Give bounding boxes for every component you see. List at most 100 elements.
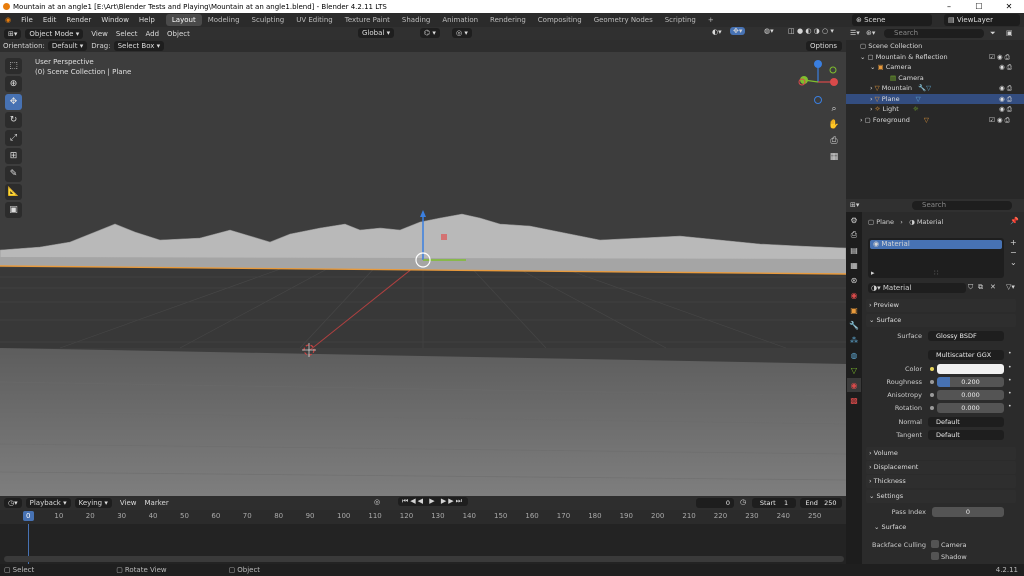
particles-tab-icon[interactable]: ⁂ xyxy=(847,333,861,347)
slot-menu-icon[interactable]: ⌄ xyxy=(1010,258,1017,267)
physics-tab-icon[interactable]: ◍ xyxy=(847,348,861,362)
checkbox-icon[interactable]: ☑ ◉ ⎙ xyxy=(989,115,1010,125)
duplicate-material-icon[interactable]: ⧉ xyxy=(978,283,983,292)
tab-layout[interactable]: Layout xyxy=(165,14,202,26)
options-dropdown[interactable]: Options ▾ xyxy=(806,41,842,60)
outliner-display-mode-icon[interactable]: ⊛▾ xyxy=(866,29,875,37)
volume-panel-header[interactable]: › Volume xyxy=(866,447,1016,460)
surface-shader-field[interactable]: Glossy BSDF xyxy=(928,331,1004,341)
timeline-view-menu[interactable]: View xyxy=(116,499,141,507)
tab-modeling[interactable]: Modeling xyxy=(202,14,246,26)
menu-window[interactable]: Window xyxy=(96,16,134,24)
start-frame-field[interactable]: Start 1 xyxy=(752,498,796,508)
world-tab-icon[interactable]: ◉ xyxy=(847,288,861,302)
outliner-row-plane[interactable]: › ▽ Plane ▽ ◉ ⎙ xyxy=(846,93,1024,104)
drag-dropdown[interactable]: Select Box ▾ xyxy=(113,41,165,51)
pin-icon[interactable]: 📌 xyxy=(1010,217,1019,225)
tab-compositing[interactable]: Compositing xyxy=(532,14,588,26)
marker-menu[interactable]: Marker xyxy=(141,499,173,507)
menu-help[interactable]: Help xyxy=(134,16,160,24)
zoom-icon[interactable]: ⌕ xyxy=(827,102,841,116)
outliner-row-scene-collection[interactable]: ▢ Scene Collection xyxy=(846,41,1024,51)
render-tab-icon[interactable]: ⎙ xyxy=(847,228,861,242)
viewport-canvas[interactable] xyxy=(0,52,846,496)
timeline-editor-type-icon[interactable]: ◷▾ xyxy=(4,498,22,508)
end-frame-field[interactable]: End 250 xyxy=(800,498,842,508)
scene-tab-icon[interactable]: ⊛ xyxy=(847,273,861,287)
playback-menu[interactable]: Playback ▾ xyxy=(25,498,71,508)
texture-tab-icon[interactable]: ▩ xyxy=(847,393,861,407)
outliner-row-camera-data[interactable]: ▤ Camera xyxy=(846,73,1024,83)
menu-select[interactable]: Select xyxy=(112,30,142,38)
snap-toggle[interactable]: ⌬ ▾ xyxy=(420,28,440,38)
3d-viewport[interactable]: User Perspective (0) Scene Collection | … xyxy=(0,52,846,496)
outliner-row-mountain[interactable]: › ▽ Mountain 🔧▽ ◉ ⎙ xyxy=(846,83,1024,93)
camera-view-icon[interactable]: ⎙ xyxy=(827,134,841,148)
rotate-tool-icon[interactable]: ↻ xyxy=(5,112,22,128)
settings-surface-subpanel[interactable]: ⌄ Surface xyxy=(874,523,906,531)
visibility-eye-icon[interactable]: ◉ ⎙ xyxy=(999,94,1012,104)
material-slot-row[interactable]: ◉ Material xyxy=(870,240,1002,249)
backface-shadow-checkbox[interactable] xyxy=(931,552,939,560)
surface-panel-header[interactable]: ⌄ Surface xyxy=(866,314,1016,327)
rotation-slider[interactable]: 0.000 xyxy=(937,403,1004,413)
scale-tool-icon[interactable]: ⤢ xyxy=(5,130,22,146)
tab-animation[interactable]: Animation xyxy=(436,14,484,26)
visibility-eye-icon[interactable]: ◉ ⎙ xyxy=(999,104,1012,114)
view-layer-tab-icon[interactable]: ▦ xyxy=(847,258,861,272)
material-browse-icon[interactable]: ◑▾ xyxy=(871,284,883,292)
minimize-button[interactable]: – xyxy=(934,0,964,13)
move-tool-icon[interactable]: ✥ xyxy=(5,94,22,110)
tab-scripting[interactable]: Scripting xyxy=(659,14,702,26)
fake-user-shield-icon[interactable]: ⛉ xyxy=(968,283,973,292)
data-tab-icon[interactable]: ▽ xyxy=(847,363,861,377)
object-tab-icon[interactable]: ▣ xyxy=(847,303,861,317)
tab-geometry-nodes[interactable]: Geometry Nodes xyxy=(588,14,659,26)
visibility-icon[interactable]: ◐▾ xyxy=(708,28,726,36)
menu-edit[interactable]: Edit xyxy=(38,16,62,24)
checkbox-icon[interactable]: ☑ ◉ ⎙ xyxy=(989,52,1010,62)
pan-hand-icon[interactable]: ✋ xyxy=(827,118,841,132)
properties-editor-type-icon[interactable]: ⊞▾ xyxy=(850,201,859,209)
tool-tab-icon[interactable]: ⚙ xyxy=(847,213,861,227)
slot-expand-icon[interactable]: ▸ xyxy=(871,269,875,277)
properties-search-input[interactable]: Search xyxy=(912,201,1012,210)
anisotropy-slider[interactable]: 0.000 xyxy=(937,390,1004,400)
mode-dropdown[interactable]: Object Mode ▾ xyxy=(25,28,84,39)
output-tab-icon[interactable]: ▤ xyxy=(847,243,861,257)
visibility-eye-icon[interactable]: ◉ ⎙ xyxy=(999,62,1012,72)
record-icon[interactable]: ◎ xyxy=(374,498,380,506)
filter-icon[interactable]: ⏷ xyxy=(990,29,996,38)
keying-menu[interactable]: Keying ▾ xyxy=(74,498,112,508)
menu-render[interactable]: Render xyxy=(61,16,96,24)
add-slot-icon[interactable]: + xyxy=(1010,238,1017,247)
pass-index-field[interactable]: 0 xyxy=(932,507,1004,517)
outliner-row-camera[interactable]: ⌄ ▣ Camera ◉ ⎙ xyxy=(846,62,1024,72)
close-button[interactable]: ✕ xyxy=(994,0,1024,13)
annotate-tool-icon[interactable]: ✎ xyxy=(5,166,22,182)
timeline-ruler[interactable]: 0 10 20 30 40 50 60 70 80 90 100 110 120 130 140 150 160… xyxy=(0,510,846,524)
tab-shading[interactable]: Shading xyxy=(396,14,436,26)
proportional-edit-toggle[interactable]: ◎ ▾ xyxy=(452,28,472,38)
preview-panel-header[interactable]: › Preview xyxy=(866,299,1016,312)
maximize-button[interactable]: ☐ xyxy=(964,0,994,13)
material-datablock-field[interactable]: ◑▾ Material xyxy=(868,283,966,293)
menu-add[interactable]: Add xyxy=(141,30,163,38)
roughness-slider[interactable]: 0.200 xyxy=(937,377,1004,387)
xz-plane-handle[interactable] xyxy=(441,234,447,240)
material-slot-list[interactable]: ◉ Material ▸ ∷ xyxy=(868,238,1004,278)
material-tab-icon[interactable]: ◉ xyxy=(847,378,861,392)
menu-view[interactable]: View xyxy=(87,30,112,38)
color-swatch[interactable] xyxy=(937,364,1004,374)
expand-arrow-icon[interactable]: ⌄ xyxy=(860,53,868,61)
distribution-dropdown[interactable]: Multiscatter GGX xyxy=(928,350,1004,360)
material-filter-icon[interactable]: ▽▾ xyxy=(1006,283,1015,291)
blender-menu-icon[interactable]: ◉ xyxy=(0,16,16,24)
outliner-search-input[interactable]: Search xyxy=(884,29,984,38)
timeline-scrollbar[interactable] xyxy=(4,556,844,562)
outliner-row-light[interactable]: › ☼ Light ☼ ◉ ⎙ xyxy=(846,104,1024,114)
transform-orientation-dropdown[interactable]: Global ▾ xyxy=(358,28,395,38)
outliner-editor-type-icon[interactable]: ☰▾ xyxy=(850,29,860,37)
tangent-field[interactable]: Default xyxy=(928,430,1004,440)
expand-arrow-icon[interactable]: ⌄ xyxy=(870,63,878,71)
